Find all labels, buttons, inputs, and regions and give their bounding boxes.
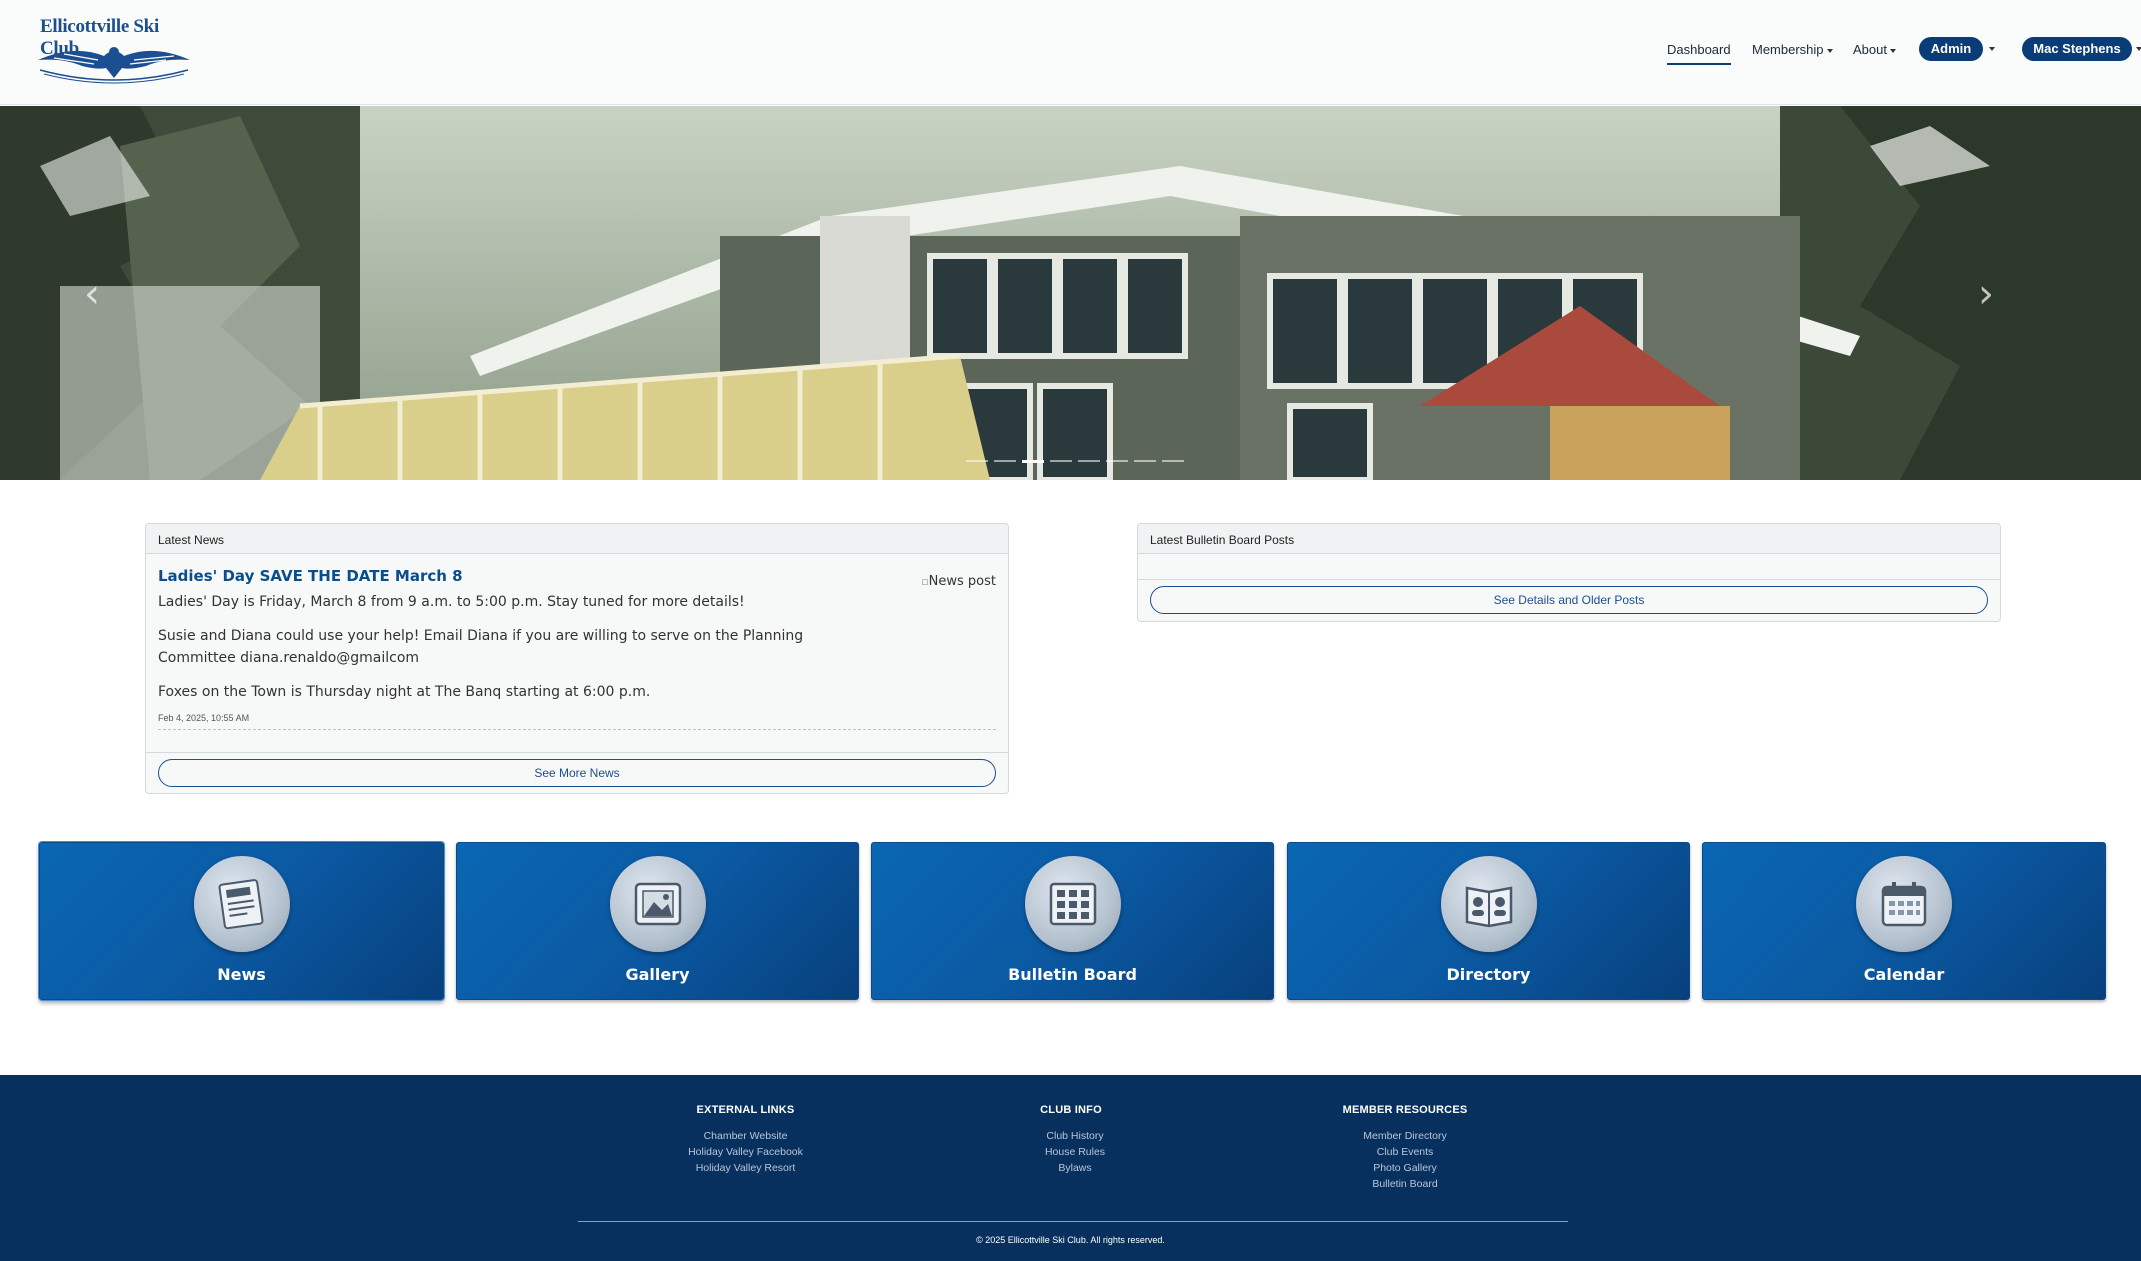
footer-link[interactable]: Holiday Valley Resort xyxy=(668,1160,823,1176)
tile-calendar[interactable]: Calendar xyxy=(1702,842,2106,1000)
tile-label: Calendar xyxy=(1863,965,1945,984)
footer-heading: CLUB INFO xyxy=(1040,1104,1102,1116)
footer-heading: MEMBER RESOURCES xyxy=(1342,1104,1468,1116)
tile-news[interactable]: News xyxy=(39,842,444,1000)
chevron-right-icon[interactable]: › xyxy=(1978,274,1994,314)
footer-link[interactable]: Club Events xyxy=(1330,1144,1480,1160)
footer-external-links: EXTERNAL LINKS Chamber Website Holiday V… xyxy=(668,1104,823,1176)
footer-link[interactable]: Club History xyxy=(1010,1128,1140,1144)
directory-icon xyxy=(1440,856,1537,952)
news-post: Ladies' Day SAVE THE DATE March 8 Ladies… xyxy=(146,554,1008,730)
carousel-indicator[interactable] xyxy=(1050,460,1072,462)
footer-club-info: CLUB INFO Club History House Rules Bylaw… xyxy=(1010,1104,1140,1176)
panel-footer: See More News xyxy=(146,752,1008,794)
footer-link[interactable]: Chamber Website xyxy=(668,1128,823,1144)
chevron-left-icon[interactable]: ‹ xyxy=(84,274,100,314)
tile-directory[interactable]: Directory xyxy=(1287,842,1690,1000)
nav-about[interactable]: About xyxy=(1853,42,1896,57)
tile-label: Gallery xyxy=(625,965,690,984)
footer-link[interactable]: Photo Gallery xyxy=(1330,1160,1480,1176)
site-logo[interactable]: Ellicottville Ski Club xyxy=(34,14,194,86)
panel-heading: Latest News xyxy=(146,524,1008,554)
news-post-title[interactable]: Ladies' Day SAVE THE DATE March 8 xyxy=(158,567,996,585)
tile-label: Directory xyxy=(1446,965,1531,984)
panel-heading: Latest Bulletin Board Posts xyxy=(1138,524,2000,554)
hero-carousel: ‹ › xyxy=(0,106,2141,480)
news-post-image: ▫News post xyxy=(921,574,996,589)
tile-gallery[interactable]: Gallery xyxy=(456,842,859,1000)
chevron-down-icon[interactable] xyxy=(2136,47,2141,51)
footer-member-resources: MEMBER RESOURCES Member Directory Club E… xyxy=(1330,1104,1480,1192)
news-post-date: Feb 4, 2025, 10:55 AM xyxy=(158,713,996,730)
broken-image-icon: ▫ xyxy=(921,575,929,588)
chevron-down-icon xyxy=(1826,48,1833,53)
footer-link[interactable]: House Rules xyxy=(1010,1144,1140,1160)
eagle-logo-icon xyxy=(38,47,190,84)
chevron-down-icon xyxy=(1889,48,1896,53)
calendar-icon xyxy=(1856,856,1952,952)
footer-link[interactable]: Bylaws xyxy=(1010,1160,1140,1176)
carousel-indicator[interactable] xyxy=(1106,460,1128,462)
news-post-text: Foxes on the Town is Thursday night at T… xyxy=(158,684,651,700)
gallery-icon xyxy=(609,856,706,952)
user-menu-button[interactable]: Mac Stephens xyxy=(2022,37,2132,61)
footer-link[interactable]: Bulletin Board xyxy=(1330,1176,1480,1192)
latest-news-panel: Latest News Ladies' Day SAVE THE DATE Ma… xyxy=(145,523,1009,794)
news-post-text: Ladies' Day is Friday, March 8 from 9 a.… xyxy=(158,594,745,610)
carousel-indicator[interactable] xyxy=(966,460,988,462)
footer-heading: EXTERNAL LINKS xyxy=(696,1104,795,1116)
lodge-painting-image xyxy=(0,106,2141,480)
carousel-indicator[interactable] xyxy=(1078,460,1100,462)
carousel-indicator-active[interactable] xyxy=(1022,460,1044,463)
news-post-image-alt: News post xyxy=(928,574,996,589)
news-post-text: Susie and Diana could use your help! Ema… xyxy=(158,628,804,666)
nav-membership[interactable]: Membership xyxy=(1752,42,1833,57)
carousel-indicator[interactable] xyxy=(1134,460,1156,462)
see-more-news-button[interactable]: See More News xyxy=(158,759,996,787)
site-footer: EXTERNAL LINKS Chamber Website Holiday V… xyxy=(0,1075,2141,1261)
footer-divider xyxy=(578,1221,1568,1222)
tile-label: Bulletin Board xyxy=(1008,965,1137,984)
panel-footer: See Details and Older Posts xyxy=(1138,579,2000,622)
see-older-posts-button[interactable]: See Details and Older Posts xyxy=(1150,586,1988,614)
chevron-down-icon[interactable] xyxy=(1989,47,1995,51)
carousel-indicators xyxy=(966,460,1184,464)
carousel-indicator[interactable] xyxy=(994,460,1016,462)
bulletin-panel: Latest Bulletin Board Posts See Details … xyxy=(1137,523,2001,622)
carousel-indicator[interactable] xyxy=(1162,460,1184,462)
site-header: Ellicottville Ski Club Dashboard Members… xyxy=(0,0,2141,105)
admin-menu-button[interactable]: Admin xyxy=(1919,37,1983,61)
bulletin-board-icon xyxy=(1024,856,1121,952)
footer-link[interactable]: Holiday Valley Facebook xyxy=(668,1144,823,1160)
newspaper-icon xyxy=(193,856,290,952)
nav-about-label: About xyxy=(1853,42,1887,57)
tile-bulletin-board[interactable]: Bulletin Board xyxy=(871,842,1274,1000)
tile-label: News xyxy=(217,965,266,984)
nav-dashboard[interactable]: Dashboard xyxy=(1667,42,1731,65)
footer-link[interactable]: Member Directory xyxy=(1330,1128,1480,1144)
nav-membership-label: Membership xyxy=(1752,42,1824,57)
footer-copyright: © 2025 Ellicottville Ski Club. All right… xyxy=(976,1235,1165,1245)
